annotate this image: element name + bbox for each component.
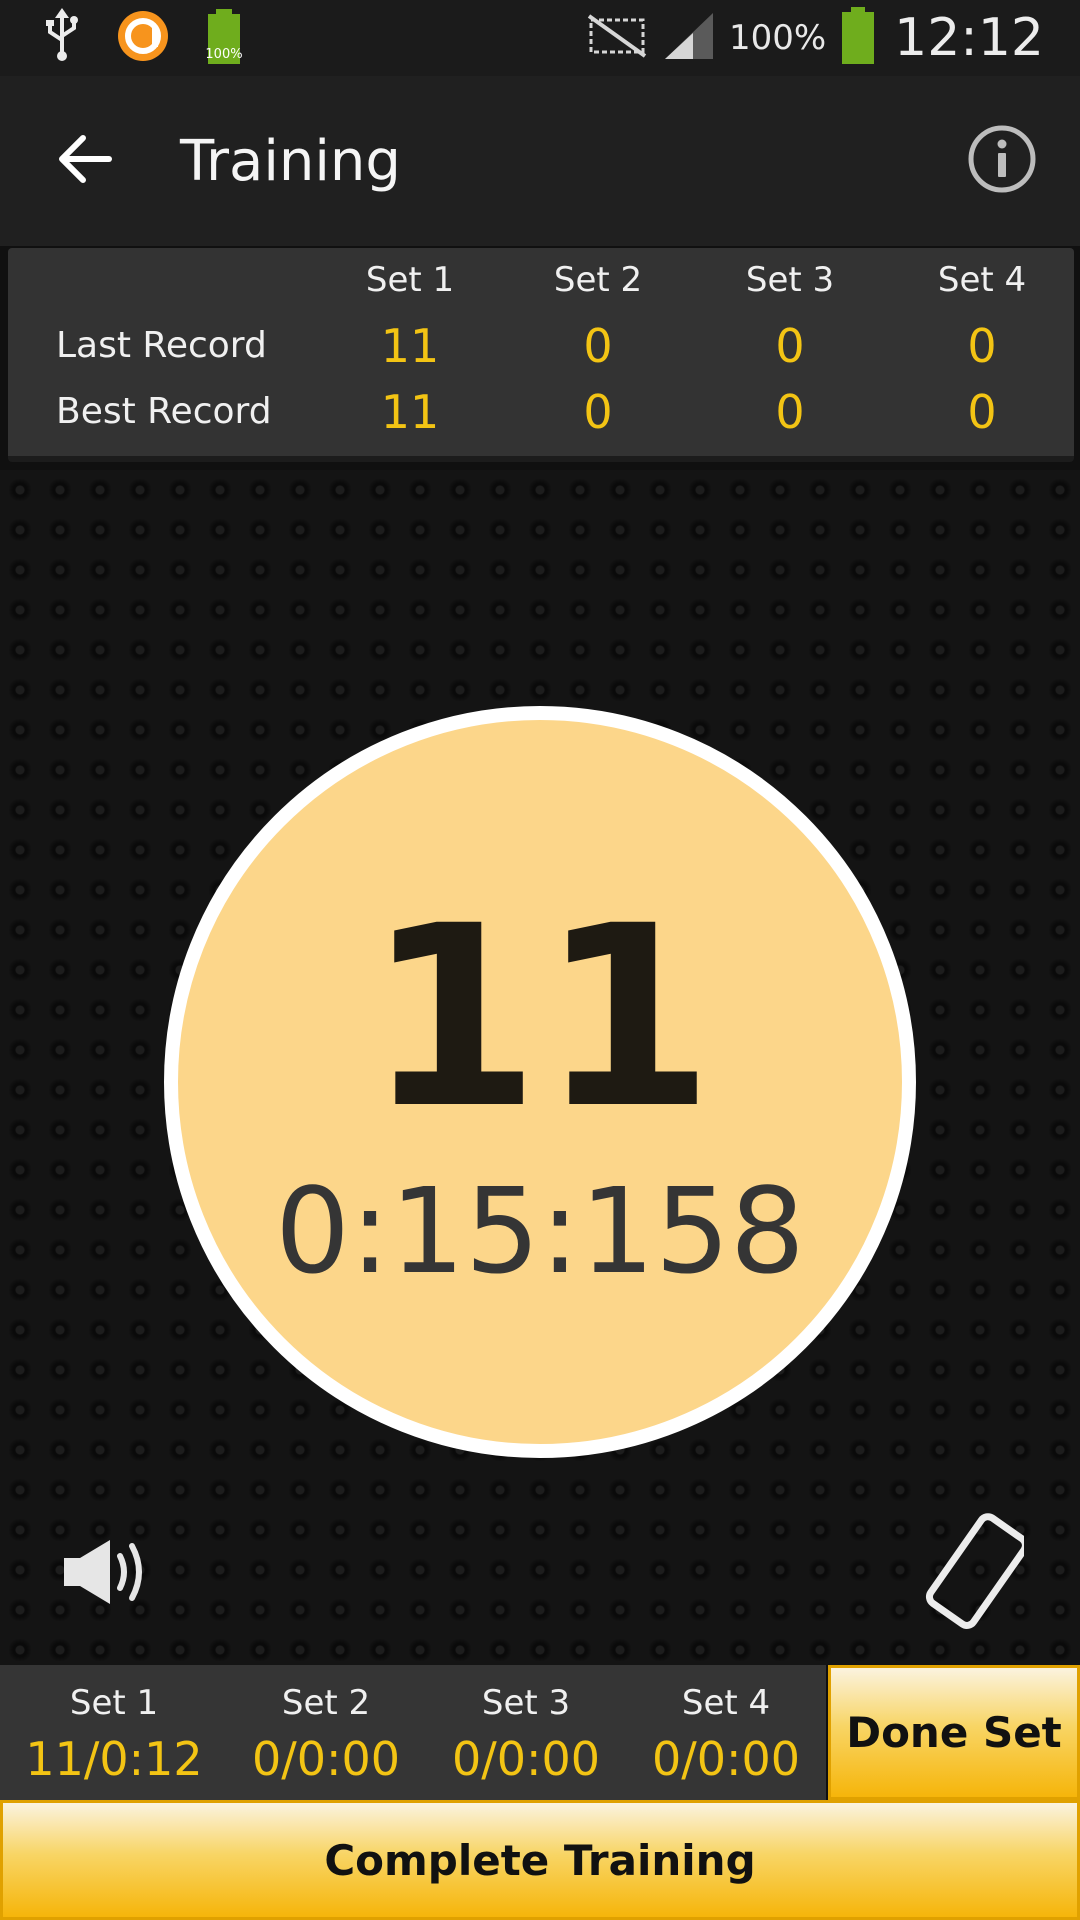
elapsed-time: 0:15:158 (275, 1162, 805, 1300)
proximity-mode-button[interactable] (924, 1506, 1029, 1646)
record-value: 11 (380, 385, 440, 439)
set-result: 0/0:00 (651, 1732, 801, 1786)
no-sim-icon (585, 14, 649, 62)
records-header-set-4: Set 4 (937, 260, 1027, 300)
sound-toggle-button[interactable] (56, 1532, 152, 1612)
record-label: Best Record (56, 391, 272, 432)
info-button[interactable] (960, 119, 1044, 203)
speaker-icon (56, 1540, 152, 1616)
set-result: 0/0:00 (251, 1732, 401, 1786)
notification-area: 100% (42, 8, 278, 68)
training-area: 11 0:15:158 (0, 470, 1080, 1665)
records-header-row: Set 1 Set 2 Set 3 Set 4 (8, 250, 1074, 310)
set-summary-3: Set 3 0/0:00 (426, 1665, 626, 1800)
record-value: 0 (583, 319, 613, 373)
usb-icon (42, 8, 82, 68)
record-value: 11 (380, 319, 440, 373)
signal-icon (663, 11, 715, 65)
battery-percent: 100% (728, 18, 827, 58)
set-name: Set 3 (481, 1683, 571, 1723)
record-label: Last Record (56, 325, 267, 366)
sets-summary-bar: Set 1 11/0:12 Set 2 0/0:00 Set 3 0/0:00 … (0, 1665, 826, 1800)
records-header-set-3: Set 3 (745, 260, 835, 300)
info-icon (967, 124, 1037, 198)
records-row-last: Last Record 11 0 0 0 (8, 316, 1074, 376)
battery-icon (840, 7, 876, 69)
done-set-button[interactable]: Done Set (828, 1665, 1080, 1800)
phone-rotate-icon (924, 1513, 1029, 1650)
records-table: Set 1 Set 2 Set 3 Set 4 Last Record 11 0… (8, 248, 1074, 462)
record-value: 0 (967, 319, 997, 373)
record-value: 0 (775, 385, 805, 439)
clock: 12:12 (894, 8, 1044, 68)
record-value: 0 (967, 385, 997, 439)
status-bar: 100% 100% 12:12 (0, 0, 1080, 76)
battery-app-label: 100% (205, 47, 243, 62)
set-result: 0/0:00 (451, 1732, 601, 1786)
records-row-best: Best Record 11 0 0 0 (8, 382, 1074, 442)
set-summary-2: Set 2 0/0:00 (226, 1665, 426, 1800)
complete-training-button[interactable]: Complete Training (0, 1800, 1080, 1920)
arrow-left-icon (57, 134, 113, 188)
record-value: 0 (583, 385, 613, 439)
page-title: Training (180, 128, 401, 194)
battery-app-icon: 100% (204, 9, 244, 67)
set-result: 11/0:12 (25, 1732, 203, 1786)
back-button[interactable] (30, 106, 140, 216)
system-status-area: 100% 12:12 (571, 7, 1044, 69)
set-name: Set 1 (69, 1683, 159, 1723)
set-name: Set 4 (681, 1683, 771, 1723)
record-value: 0 (775, 319, 805, 373)
set-summary-1: Set 1 11/0:12 (14, 1665, 214, 1800)
records-header-set-1: Set 1 (365, 260, 455, 300)
rep-count: 11 (366, 872, 714, 1163)
counter-circle-button[interactable]: 11 0:15:158 (164, 706, 916, 1458)
records-header-set-2: Set 2 (553, 260, 643, 300)
set-name: Set 2 (281, 1683, 371, 1723)
set-summary-4: Set 4 0/0:00 (626, 1665, 826, 1800)
action-bar: Training (0, 76, 1080, 246)
orange-app-icon (116, 9, 170, 67)
